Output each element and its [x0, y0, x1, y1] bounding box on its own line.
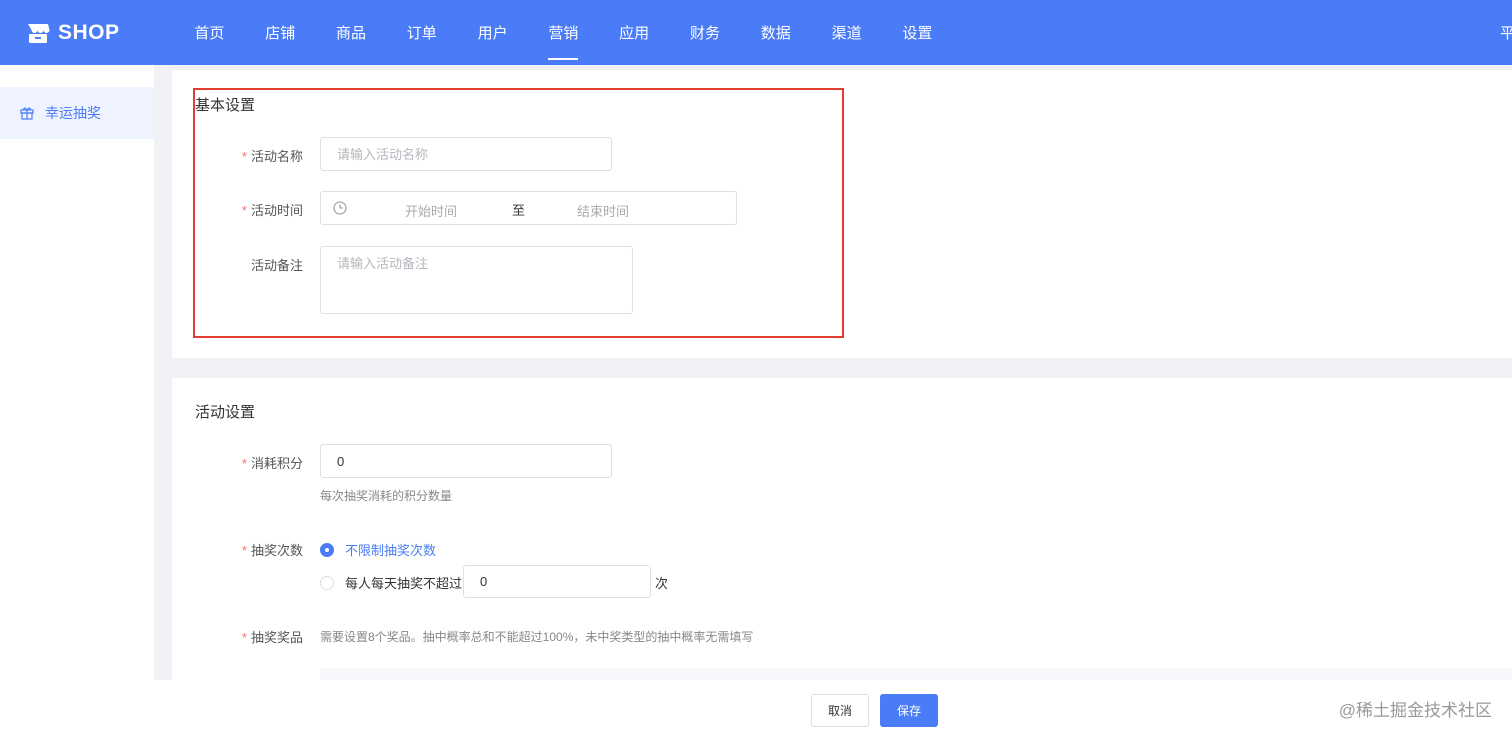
- main-nav: 首页 店铺 商品 订单 用户 营销 应用 财务 数据 渠道 设置: [174, 0, 953, 65]
- form-footer: [0, 680, 1512, 738]
- activity-settings-title: 活动设置: [195, 404, 256, 421]
- nav-item-finance[interactable]: 财务: [670, 0, 741, 65]
- nav-item-store[interactable]: 店铺: [245, 0, 316, 65]
- end-time-input[interactable]: 结束时间: [577, 201, 629, 220]
- nav-item-products[interactable]: 商品: [316, 0, 387, 65]
- watermark: @稀土掘金技术社区: [1338, 701, 1492, 720]
- start-time-input[interactable]: 开始时间: [405, 201, 457, 220]
- radio-unlimited[interactable]: 不限制抽奖次数: [320, 540, 436, 559]
- range-separator: 至: [512, 203, 526, 218]
- top-nav-bar: SHOP 首页 店铺 商品 订单 用户 营销 应用 财务 数据 渠道 设置 平: [0, 0, 1512, 65]
- points-cost-label: * 消耗积分: [241, 456, 303, 471]
- cancel-button[interactable]: 取消: [811, 694, 869, 727]
- radio-label: 不限制抽奖次数: [345, 543, 437, 558]
- points-cost-input[interactable]: [320, 444, 612, 478]
- nav-item-orders[interactable]: 订单: [386, 0, 457, 65]
- basic-settings-title: 基本设置: [195, 97, 256, 114]
- clock-icon: [333, 201, 347, 215]
- nav-item-users[interactable]: 用户: [457, 0, 528, 65]
- sidebar-item-label: 幸运抽奖: [45, 105, 101, 121]
- activity-time-range-picker[interactable]: 开始时间 至 结束时间: [320, 191, 737, 225]
- nav-item-settings[interactable]: 设置: [882, 0, 953, 65]
- activity-remark-textarea[interactable]: [320, 246, 633, 314]
- activity-name-input[interactable]: [320, 137, 612, 171]
- daily-limit-unit: 次: [655, 576, 669, 591]
- prize-table: [320, 668, 1512, 680]
- nav-item-data[interactable]: 数据: [740, 0, 811, 65]
- activity-remark-label: 活动备注: [250, 258, 303, 273]
- draw-count-label: * 抽奖次数: [241, 543, 303, 558]
- radio-daily-limit[interactable]: 每人每天抽奖不超过: [320, 573, 462, 592]
- brand-logo[interactable]: SHOP: [26, 21, 174, 45]
- nav-item-home[interactable]: 首页: [174, 0, 245, 65]
- nav-item-apps[interactable]: 应用: [599, 0, 670, 65]
- nav-item-marketing[interactable]: 营销: [528, 0, 599, 65]
- radio-label: 每人每天抽奖不超过: [345, 576, 463, 591]
- nav-item-channels[interactable]: 渠道: [811, 0, 882, 65]
- prizes-label: * 抽奖奖品: [241, 630, 303, 645]
- prizes-hint: 需要设置8个奖品。抽中概率总和不能超过100%，未中奖类型的抽中概率无需填写: [320, 630, 754, 644]
- gift-icon: [20, 107, 34, 120]
- brand-name: SHOP: [58, 20, 120, 44]
- sidebar: 幸运抽奖: [0, 65, 154, 680]
- nav-right-item[interactable]: 平: [1500, 22, 1512, 43]
- activity-time-label: * 活动时间: [241, 203, 303, 218]
- activity-name-label: * 活动名称: [241, 149, 303, 164]
- points-cost-hint: 每次抽奖消耗的积分数量: [320, 489, 453, 503]
- daily-limit-input[interactable]: [463, 565, 651, 598]
- shop-icon: [28, 23, 50, 43]
- radio-button[interactable]: [320, 542, 334, 557]
- radio-button[interactable]: [320, 575, 334, 590]
- save-button[interactable]: 保存: [880, 694, 938, 727]
- sidebar-item-lucky-draw[interactable]: 幸运抽奖: [0, 87, 154, 139]
